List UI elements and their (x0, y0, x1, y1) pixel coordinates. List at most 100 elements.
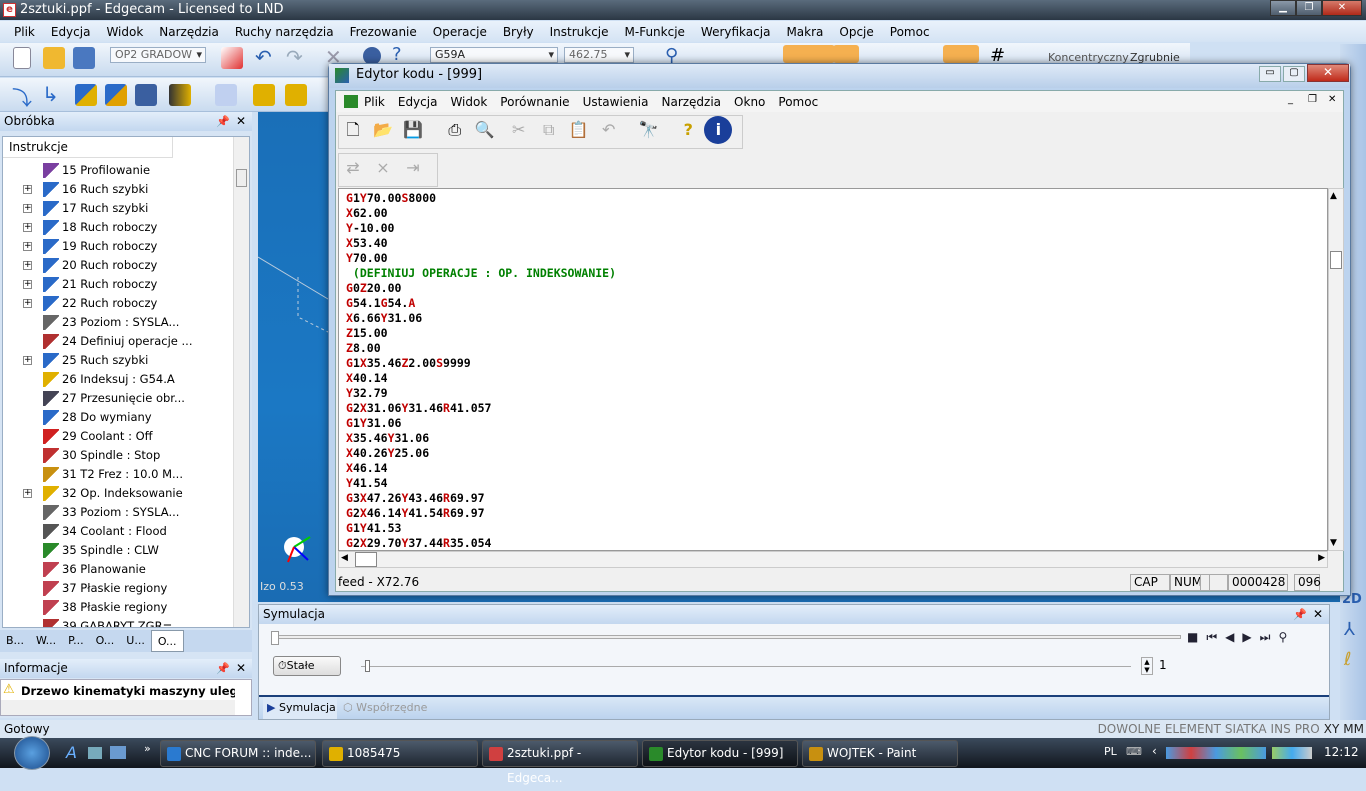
maximize-button[interactable]: ❐ (1296, 0, 1322, 16)
menu-bryły[interactable]: Bryły (503, 25, 534, 39)
taskbar-button[interactable]: Edytor kodu - [999] (642, 740, 798, 767)
find-icon[interactable]: 🔭 (634, 116, 662, 144)
code-line[interactable]: G1X35.46Z2.00S9999 (346, 356, 471, 371)
compare-next-icon[interactable]: ⇥ (399, 154, 427, 182)
editor-maximize-button[interactable]: ▢ (1283, 66, 1305, 82)
open-folder-icon[interactable]: 📂 (369, 116, 397, 144)
expand-toggle[interactable]: + (23, 261, 32, 270)
zoom-sim-button[interactable]: ⚲ (1278, 630, 1295, 644)
status-indicator[interactable]: DOWOLNE (1098, 720, 1161, 739)
code-line[interactable]: X6.66Y31.06 (346, 311, 422, 326)
expand-toggle[interactable]: + (23, 242, 32, 251)
new-file-icon[interactable] (13, 47, 31, 69)
rapid-move-icon[interactable]: ⤵ (12, 82, 32, 111)
info-icon[interactable]: i (704, 116, 733, 144)
keyboard-icon[interactable]: ⌨ (1126, 745, 1142, 758)
cut-icon[interactable]: ✂ (505, 116, 533, 144)
code-horizontal-scrollbar[interactable]: ◀ ▶ (338, 551, 1328, 568)
step-value[interactable]: 1 (1159, 658, 1167, 672)
editor-close-button[interactable]: ✕ (1307, 64, 1349, 82)
menu-makra[interactable]: Makra (786, 25, 823, 39)
quicklaunch-font-icon[interactable]: A (66, 743, 77, 762)
eraser-icon[interactable] (221, 47, 243, 69)
editor-menu-narzędzia[interactable]: Narzędzia (661, 95, 721, 109)
code-line[interactable]: G1Y70.00S8000 (346, 191, 436, 206)
quicklaunch-window-icon[interactable] (110, 746, 126, 759)
tab-coordinates[interactable]: ⬡ Współrzędne (343, 697, 427, 719)
menu-instrukcje[interactable]: Instrukcje (550, 25, 609, 39)
menu-opcje[interactable]: Opcje (839, 25, 873, 39)
code-line[interactable]: X40.14 (346, 371, 388, 386)
quicklaunch-desktop-icon[interactable] (88, 747, 102, 759)
menu-ruchy-narzędzia[interactable]: Ruchy narzędzia (235, 25, 334, 39)
status-indicator[interactable]: MM (1343, 720, 1364, 739)
quicklaunch-more-icon[interactable]: » (144, 742, 151, 755)
code-line[interactable]: G2X29.70Y37.44R35.054 (346, 536, 491, 550)
pin-icon[interactable]: 📌 (1293, 605, 1307, 624)
tool-store-icon[interactable] (135, 84, 157, 106)
offset-icon[interactable] (215, 84, 237, 106)
status-indicator[interactable]: SIATKA (1225, 720, 1267, 739)
taskbar-button[interactable]: WOJTEK - Paint (802, 740, 958, 767)
speed-mode-button[interactable]: ⏱Stałe (273, 656, 341, 676)
help-icon[interactable]: ? (392, 44, 402, 65)
code-line[interactable]: G2X31.06Y31.46R41.057 (346, 401, 491, 416)
last-button[interactable]: ⏭ (1260, 630, 1279, 644)
code-line[interactable]: G54.1G54.A (346, 296, 415, 311)
speed-slider-handle[interactable] (365, 660, 370, 672)
close-info-button[interactable]: ✕ (236, 659, 246, 678)
new-file-icon[interactable]: 🗋 (339, 116, 367, 144)
print-icon[interactable]: ⎙ (441, 116, 469, 144)
panel-tab[interactable]: W... (30, 630, 62, 652)
system-tray-icons[interactable] (1272, 747, 1312, 759)
code-line[interactable]: X62.00 (346, 206, 388, 221)
code-line[interactable]: X53.40 (346, 236, 388, 251)
code-line[interactable]: X35.46Y31.06 (346, 431, 429, 446)
expand-toggle[interactable]: + (23, 489, 32, 498)
lasso-icon[interactable]: ℓ (1344, 649, 1351, 670)
editor-menu-porównanie[interactable]: Porównanie (500, 95, 569, 109)
view-cube-icon[interactable] (783, 45, 835, 63)
sketch-icon[interactable] (943, 45, 979, 63)
code-line[interactable]: G3X47.26Y43.46R69.97 (346, 491, 485, 506)
language-indicator[interactable]: PL (1104, 745, 1117, 758)
step-back-button[interactable]: ◀ (1225, 630, 1242, 644)
simulation-progress-handle[interactable] (271, 631, 279, 645)
editor-menu-edycja[interactable]: Edycja (398, 95, 438, 109)
editor-menu-pomoc[interactable]: Pomoc (778, 95, 818, 109)
expand-toggle[interactable]: + (23, 185, 32, 194)
status-indicator[interactable]: XY (1324, 720, 1340, 739)
code-line[interactable]: G2X46.14Y41.54R69.97 (346, 506, 485, 521)
menu-frezowanie[interactable]: Frezowanie (350, 25, 417, 39)
taskbar-button[interactable]: 1085475 (322, 740, 478, 767)
index-icon[interactable] (285, 84, 307, 106)
pin-icon[interactable]: 📌 (216, 659, 230, 678)
operation-combo[interactable]: OP2 GRADOW (110, 47, 206, 63)
doc-restore-button[interactable]: ❐ (1308, 94, 1317, 105)
code-line[interactable]: Z15.00 (346, 326, 388, 341)
save-icon[interactable]: 💾 (399, 116, 427, 144)
expand-toggle[interactable]: + (23, 204, 32, 213)
code-line[interactable]: Y32.79 (346, 386, 388, 401)
editor-menu-ustawienia[interactable]: Ustawienia (583, 95, 649, 109)
editor-menu-plik[interactable]: Plik (364, 95, 385, 109)
save-icon[interactable] (73, 47, 95, 69)
doc-close-button[interactable]: ✕ (1328, 94, 1336, 105)
expand-toggle[interactable]: + (23, 280, 32, 289)
coordinate-system-combo[interactable]: G59A (430, 47, 558, 63)
menu-widok[interactable]: Widok (106, 25, 143, 39)
tool-change-icon[interactable] (75, 84, 97, 106)
panel-tab[interactable]: U... (120, 630, 151, 652)
expand-toggle[interactable]: + (23, 299, 32, 308)
tree-scrollbar[interactable] (233, 137, 249, 627)
expand-toggle[interactable]: + (23, 223, 32, 232)
status-indicator[interactable]: ELEMENT (1165, 720, 1221, 739)
step-spinner[interactable]: ▲ ▼ (1141, 657, 1153, 675)
simulation-progress-track[interactable] (271, 635, 1181, 639)
cycle-icon[interactable] (253, 84, 275, 106)
menu-edycja[interactable]: Edycja (51, 25, 91, 39)
tab-simulation[interactable]: ▶ Symulacja (263, 697, 337, 719)
first-button[interactable]: ⏮ (1206, 630, 1225, 644)
pin-icon[interactable]: 📌 (216, 112, 230, 131)
paste-icon[interactable]: 📋 (565, 116, 593, 144)
